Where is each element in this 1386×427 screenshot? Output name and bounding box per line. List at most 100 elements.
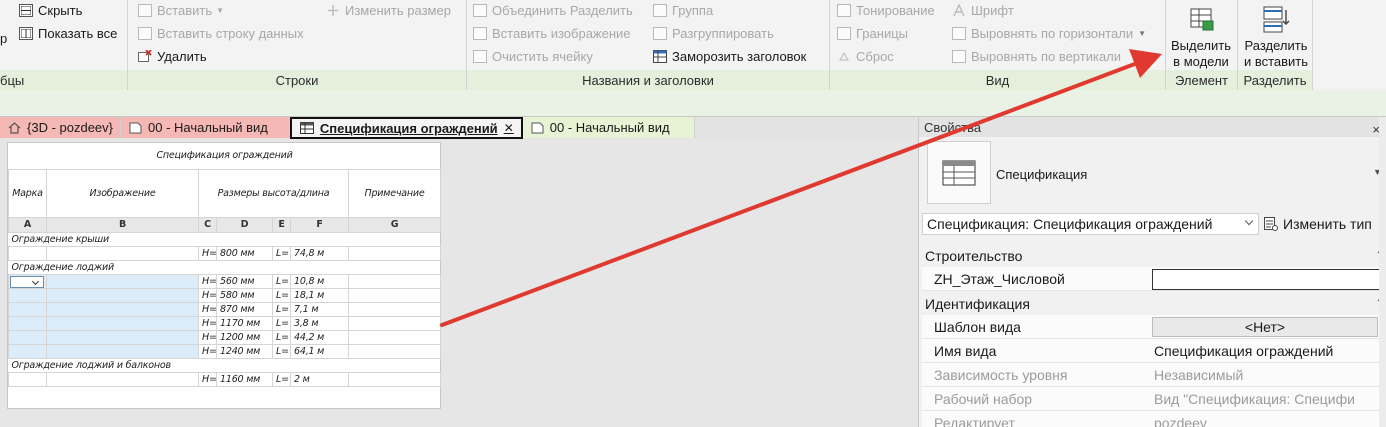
merge-unmerge-button[interactable]: Объединить Разделить (473, 0, 633, 20)
cell-mark[interactable] (8, 315, 47, 331)
cell-note[interactable] (347, 245, 442, 261)
group-button[interactable]: Группа (653, 0, 713, 20)
table-row[interactable]: H= 1160 мм L= 2 м (8, 371, 442, 387)
cell-length-prefix[interactable]: L= (272, 301, 291, 317)
cell-height-prefix[interactable]: H= (198, 273, 217, 289)
table-row[interactable]: H= 580 мм L= 18,1 м (8, 287, 442, 303)
cell-length[interactable]: 44,2 м (290, 329, 349, 345)
cell-height[interactable]: 1240 мм (216, 343, 273, 359)
cell-note[interactable] (347, 329, 442, 345)
view-name-field[interactable]: Спецификация ограждений (1152, 343, 1384, 359)
properties-scrollbar[interactable] (1379, 117, 1386, 427)
cell-note[interactable] (347, 287, 442, 303)
clear-cell-button[interactable]: Очистить ячейку (473, 46, 593, 66)
group-header-row[interactable]: Ограждение крыши (8, 231, 441, 247)
cell-image[interactable] (46, 301, 199, 317)
table-row[interactable]: H= 1200 мм L= 44,2 м (8, 329, 442, 345)
cell-image[interactable] (46, 287, 199, 303)
cell-image[interactable] (46, 273, 199, 289)
column-letter[interactable]: D (216, 216, 273, 233)
cell-height[interactable]: 1170 мм (216, 315, 273, 331)
cell-height[interactable]: 800 мм (216, 245, 273, 261)
resize-button[interactable]: Изменить размер (326, 0, 451, 20)
insert-data-row-button[interactable]: Вставить строку данных (138, 23, 304, 43)
table-row[interactable]: H= 1240 мм L= 64,1 м (8, 343, 442, 359)
cell-length[interactable]: 64,1 м (290, 343, 349, 359)
cell-note[interactable] (347, 343, 442, 359)
align-horizontal-button[interactable]: Выровнять по горизонтали ▼ (952, 23, 1146, 43)
header-image[interactable]: Изображение (46, 168, 199, 218)
cell-height[interactable]: 580 мм (216, 287, 273, 303)
cell-length[interactable]: 10,8 м (290, 273, 349, 289)
cell-mark[interactable] (8, 273, 47, 289)
ungroup-button[interactable]: Разгруппировать (653, 23, 774, 43)
cell-height-prefix[interactable]: H= (198, 371, 217, 387)
cell-height-prefix[interactable]: H= (198, 329, 217, 345)
show-all-button[interactable]: Показать все (19, 23, 117, 43)
cell-length[interactable]: 18,1 м (290, 287, 349, 303)
cell-length-prefix[interactable]: L= (272, 371, 291, 387)
column-letter[interactable]: F (290, 216, 349, 233)
split-and-insert-button[interactable]: Разделить и вставить (1240, 0, 1312, 70)
cell-height-prefix[interactable]: H= (198, 343, 217, 359)
cell-length-prefix[interactable]: L= (272, 343, 291, 359)
tab-3d-view[interactable]: {3D - pozdeev} (0, 117, 122, 138)
cell-note[interactable] (347, 371, 442, 387)
close-icon[interactable]: ✕ (504, 121, 514, 135)
cell-image[interactable] (46, 245, 199, 261)
cell-image[interactable] (46, 329, 199, 345)
font-button[interactable]: Шрифт (952, 0, 1014, 20)
cell-height[interactable]: 1200 мм (216, 329, 273, 345)
section-identification[interactable]: Идентификация ⌃ (922, 293, 1384, 315)
tab-start-view-2[interactable]: 00 - Начальный вид (522, 117, 695, 138)
cell-height[interactable]: 560 мм (216, 273, 273, 289)
table-row[interactable]: H= 1170 мм L= 3,8 м (8, 315, 442, 331)
table-row[interactable]: H= 870 мм L= 7,1 м (8, 301, 442, 317)
header-note[interactable]: Примечание (347, 168, 442, 218)
cell-note[interactable] (347, 273, 442, 289)
column-letter[interactable]: E (272, 216, 291, 233)
cell-length-prefix[interactable]: L= (272, 245, 291, 261)
header-mark[interactable]: Марка (8, 168, 47, 218)
column-letter[interactable]: G (347, 216, 442, 233)
cell-image[interactable] (46, 343, 199, 359)
type-name[interactable]: Спецификация (996, 167, 1087, 182)
cell-note[interactable] (347, 315, 442, 331)
column-letter[interactable]: A (8, 216, 47, 233)
delete-button[interactable]: Удалить (138, 46, 207, 66)
cell-height-prefix[interactable]: H= (198, 287, 217, 303)
instance-filter-select[interactable]: Спецификация: Спецификация ограждений (922, 213, 1259, 235)
column-letter[interactable]: C (198, 216, 217, 233)
freeze-header-button[interactable]: Заморозить заголовок (653, 46, 806, 66)
hide-button[interactable]: Скрыть (19, 0, 82, 20)
cell-height[interactable]: 1160 мм (216, 371, 273, 387)
insert-button[interactable]: Вставить ▼ (138, 0, 224, 20)
cell-mark[interactable] (8, 329, 47, 345)
table-row[interactable]: H= 800 мм L= 74,8 м (8, 245, 442, 261)
shading-button[interactable]: Тонирование (837, 0, 935, 20)
edit-type-button[interactable]: Изменить тип (1264, 213, 1372, 235)
cell-height-prefix[interactable]: H= (198, 245, 217, 261)
align-vertical-button[interactable]: Выровнять по вертикали (952, 46, 1162, 66)
highlight-in-model-button[interactable]: Выделить в модели (1166, 0, 1236, 70)
header-sizes[interactable]: Размеры высота/длина (198, 168, 349, 218)
cell-note[interactable] (347, 301, 442, 317)
insert-image-button[interactable]: Вставить изображение (473, 23, 631, 43)
cell-length[interactable]: 3,8 м (290, 315, 349, 331)
cell-length-prefix[interactable]: L= (272, 287, 291, 303)
cell-height-prefix[interactable]: H= (198, 315, 217, 331)
table-row[interactable]: H= 560 мм L= 10,8 м (8, 273, 442, 289)
cell-mark[interactable] (8, 371, 47, 387)
cell-mark[interactable] (8, 301, 47, 317)
cell-height[interactable]: 870 мм (216, 301, 273, 317)
tab-railing-schedule[interactable]: Спецификация ограждений ✕ (289, 117, 523, 139)
reset-button[interactable]: Сброс (837, 46, 894, 66)
cell-length[interactable]: 74,8 м (290, 245, 349, 261)
group-header-row[interactable]: Ограждение лоджий и балконов (8, 357, 441, 373)
cell-length-prefix[interactable]: L= (272, 329, 291, 345)
cell-length[interactable]: 7,1 м (290, 301, 349, 317)
tab-start-view[interactable]: 00 - Начальный вид (121, 117, 290, 138)
cell-mark[interactable] (8, 245, 47, 261)
column-letter[interactable]: B (46, 216, 199, 233)
cell-mark[interactable] (8, 287, 47, 303)
